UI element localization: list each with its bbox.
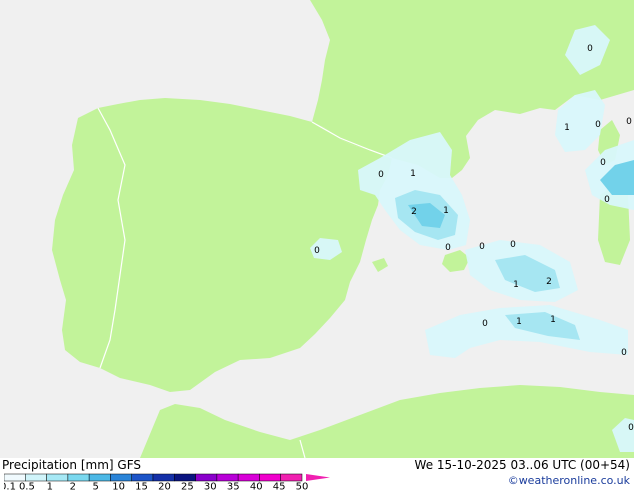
contour-label: 1: [516, 317, 522, 327]
contour-label: 0: [510, 240, 516, 250]
contour-label: 0: [314, 246, 320, 256]
contour-label: 2: [411, 207, 417, 217]
legend-title: Precipitation [mm]: [2, 458, 114, 472]
contour-label: 0: [482, 319, 488, 329]
color-scale-tick-label: 35: [227, 482, 240, 490]
color-scale-swatch: [4, 473, 26, 482]
valid-time: We 15-10-2025 03..06 UTC (00+54): [414, 458, 630, 472]
color-scale-tick-label: 30: [204, 482, 217, 490]
contour-label: 1: [410, 169, 416, 179]
contour-label: 1: [564, 123, 570, 133]
color-scale-swatch: [216, 473, 239, 482]
contour-label: 0: [621, 348, 627, 358]
contour-label: 1: [443, 206, 449, 216]
color-scale-swatch: [152, 473, 175, 482]
color-scale-swatch: [195, 473, 218, 482]
color-scale-tick-label: 40: [250, 482, 263, 490]
color-scale-tick-label: 0.1: [4, 482, 16, 490]
contour-label: 0: [600, 158, 606, 168]
color-scale-tick-label: 5: [93, 482, 99, 490]
contour-label: 2: [546, 277, 552, 287]
precipitation-title: Precipitation [mm] GFS: [2, 458, 141, 472]
color-scale-swatch: [131, 473, 154, 482]
contour-label: 0: [604, 195, 610, 205]
color-scale-swatch: [280, 473, 303, 482]
contour-label: 0: [628, 423, 634, 433]
contour-label: 0: [587, 44, 593, 54]
contour-label: 1: [513, 280, 519, 290]
model-name: GFS: [117, 458, 141, 472]
color-scale-tick-label: 1: [47, 482, 53, 490]
color-scale-tick-label: 15: [135, 482, 148, 490]
map-footer: Precipitation [mm] GFS We 15-10-2025 03.…: [0, 458, 634, 490]
color-scale-swatch: [259, 473, 281, 482]
precipitation-map: 0 1 0 0 0 0 0 1 2 1 0 0 0 0 1 2 0 1 1 0 0: [0, 0, 634, 458]
color-scale-swatch: [174, 473, 196, 482]
contour-label: 0: [595, 120, 601, 130]
color-scale: 0.10.5125101520253035404550: [4, 473, 330, 490]
color-scale-tick-label: 2: [70, 482, 76, 490]
color-scale-tick-label: 20: [158, 482, 171, 490]
color-scale-tick-label: 10: [112, 482, 125, 490]
color-scale-swatch: [25, 473, 47, 482]
credit-link[interactable]: ©weatheronline.co.uk: [508, 474, 630, 487]
color-scale-tick-label: 50: [296, 482, 309, 490]
contour-label: 1: [550, 315, 556, 325]
contour-label: 0: [479, 242, 485, 252]
contour-label: 0: [378, 170, 384, 180]
color-scale-tick-label: 25: [181, 482, 194, 490]
color-scale-swatch: [237, 473, 260, 482]
color-scale-tick-label: 0.5: [19, 482, 35, 490]
color-scale-swatch: [67, 473, 90, 482]
contour-label: 0: [445, 243, 451, 253]
color-scale-tick-label: 45: [273, 482, 286, 490]
color-scale-swatch: [88, 473, 111, 482]
color-scale-arrow: [306, 474, 330, 481]
contour-label: 0: [626, 117, 632, 127]
color-scale-swatch: [46, 473, 69, 482]
color-scale-swatch: [110, 473, 132, 482]
